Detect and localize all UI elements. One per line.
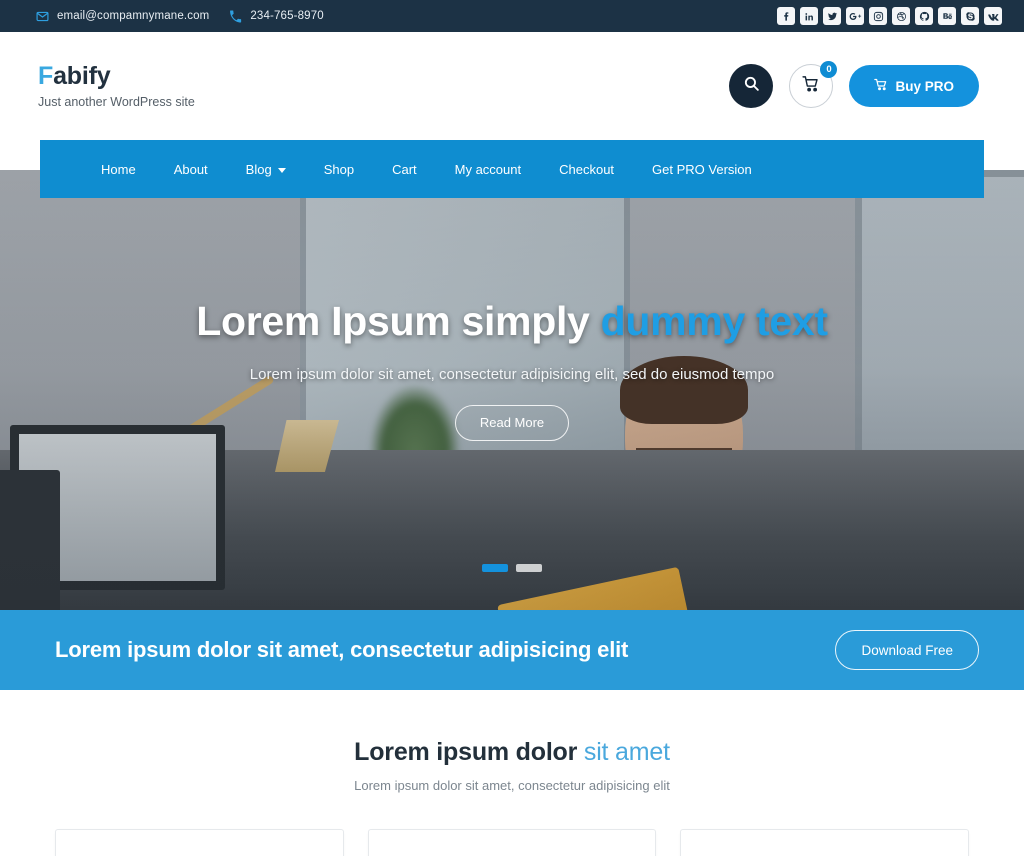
nav-label: Checkout <box>559 161 615 177</box>
service-card[interactable] <box>367 829 657 856</box>
social-links <box>777 7 1002 25</box>
services-heading: Lorem ipsum dolor sit amet Lorem ipsum d… <box>55 738 969 793</box>
nav-item-my-account[interactable]: My account <box>436 162 540 177</box>
vk-icon[interactable] <box>984 7 1002 25</box>
twitter-icon[interactable] <box>823 7 841 25</box>
top-bar-contact: email@compamnymane.com 234-765-8970 <box>36 10 324 23</box>
services-subtitle: Lorem ipsum dolor sit amet, consectetur … <box>354 778 670 793</box>
service-card[interactable] <box>680 829 970 856</box>
cta-title: Lorem ipsum dolor sit amet, consectetur … <box>55 637 629 662</box>
contact-phone-text: 234-765-8970 <box>250 10 324 22</box>
phone-icon <box>229 10 242 23</box>
contact-phone[interactable]: 234-765-8970 <box>229 10 324 23</box>
contact-email[interactable]: email@compamnymane.com <box>36 10 209 23</box>
instagram-icon[interactable] <box>869 7 887 25</box>
hero-slider: Lorem Ipsum simply dummy text Lorem ipsu… <box>0 170 1024 610</box>
chevron-down-icon <box>277 167 286 173</box>
hero-subtitle: Lorem ipsum dolor sit amet, consectetur … <box>249 365 775 383</box>
hero-title-accent: dummy text <box>600 298 828 344</box>
cart-button[interactable]: 0 <box>789 61 838 108</box>
google-plus-icon[interactable] <box>846 7 864 25</box>
cart-count-badge: 0 <box>820 61 838 78</box>
services-title-accent: sit amet <box>583 738 670 766</box>
linkedin-icon[interactable] <box>800 7 818 25</box>
buy-pro-label: Buy PRO <box>895 78 954 94</box>
nav-label: About <box>173 161 208 177</box>
nav-item-home[interactable]: Home <box>82 162 155 177</box>
read-more-button[interactable]: Read More <box>454 404 570 441</box>
nav-item-get-pro-version[interactable]: Get PRO Version <box>633 162 771 177</box>
services-title: Lorem ipsum dolor sit amet <box>55 738 969 767</box>
envelope-icon <box>36 10 49 23</box>
shopping-cart-icon <box>802 75 820 98</box>
nav-label: Home <box>101 161 136 177</box>
nav-item-shop[interactable]: Shop <box>305 162 373 177</box>
nav-label: My account <box>454 161 522 177</box>
service-card[interactable] <box>55 829 344 856</box>
nav-label: Blog <box>245 161 272 177</box>
nav-item-cart[interactable]: Cart <box>373 162 436 177</box>
brand-rest: abify <box>53 62 111 91</box>
brand[interactable]: Fabify Just another WordPress site <box>38 63 195 109</box>
dribbble-icon[interactable] <box>892 7 910 25</box>
behance-icon[interactable] <box>938 7 956 25</box>
services-title-plain: Lorem ipsum dolor <box>354 738 584 766</box>
site-header: Fabify Just another WordPress site 0 Buy… <box>0 32 1024 140</box>
services-cards <box>55 829 970 856</box>
buy-pro-button[interactable]: Buy PRO <box>849 65 979 107</box>
site-tagline: Just another WordPress site <box>38 94 195 109</box>
hero-title: Lorem Ipsum simply dummy text <box>120 298 904 346</box>
skype-icon[interactable] <box>961 7 979 25</box>
nav-label: Cart <box>392 161 417 177</box>
services-section: Lorem ipsum dolor sit amet Lorem ipsum d… <box>0 690 1024 856</box>
facebook-icon[interactable] <box>777 7 795 25</box>
header-actions: 0 Buy PRO <box>729 61 979 108</box>
nav-item-checkout[interactable]: Checkout <box>540 162 633 177</box>
primary-nav: Home About Blog Shop Cart My account Che… <box>40 140 984 198</box>
nav-item-blog[interactable]: Blog <box>227 162 305 177</box>
primary-nav-wrapper: Home About Blog Shop Cart My account Che… <box>0 140 1024 198</box>
slider-dot-2[interactable] <box>516 564 542 572</box>
top-bar: email@compamnymane.com 234-765-8970 <box>0 0 1024 32</box>
github-icon[interactable] <box>915 7 933 25</box>
slider-pagination <box>0 564 1024 572</box>
nav-item-about[interactable]: About <box>155 162 227 177</box>
hero-content: Lorem Ipsum simply dummy text Lorem ipsu… <box>0 298 1024 441</box>
site-title: Fabify <box>38 63 195 91</box>
download-free-button[interactable]: Download Free <box>835 630 979 670</box>
cart-icon <box>874 78 888 95</box>
cta-banner: Lorem ipsum dolor sit amet, consectetur … <box>0 610 1024 690</box>
brand-initial: F <box>38 62 54 91</box>
nav-label: Get PRO Version <box>652 161 752 177</box>
search-icon <box>743 75 760 97</box>
nav-label: Shop <box>323 161 355 177</box>
hero-title-plain: Lorem Ipsum simply <box>196 298 601 344</box>
slider-dot-1[interactable] <box>482 564 508 572</box>
search-button[interactable] <box>729 64 774 108</box>
contact-email-text: email@compamnymane.com <box>57 10 210 22</box>
